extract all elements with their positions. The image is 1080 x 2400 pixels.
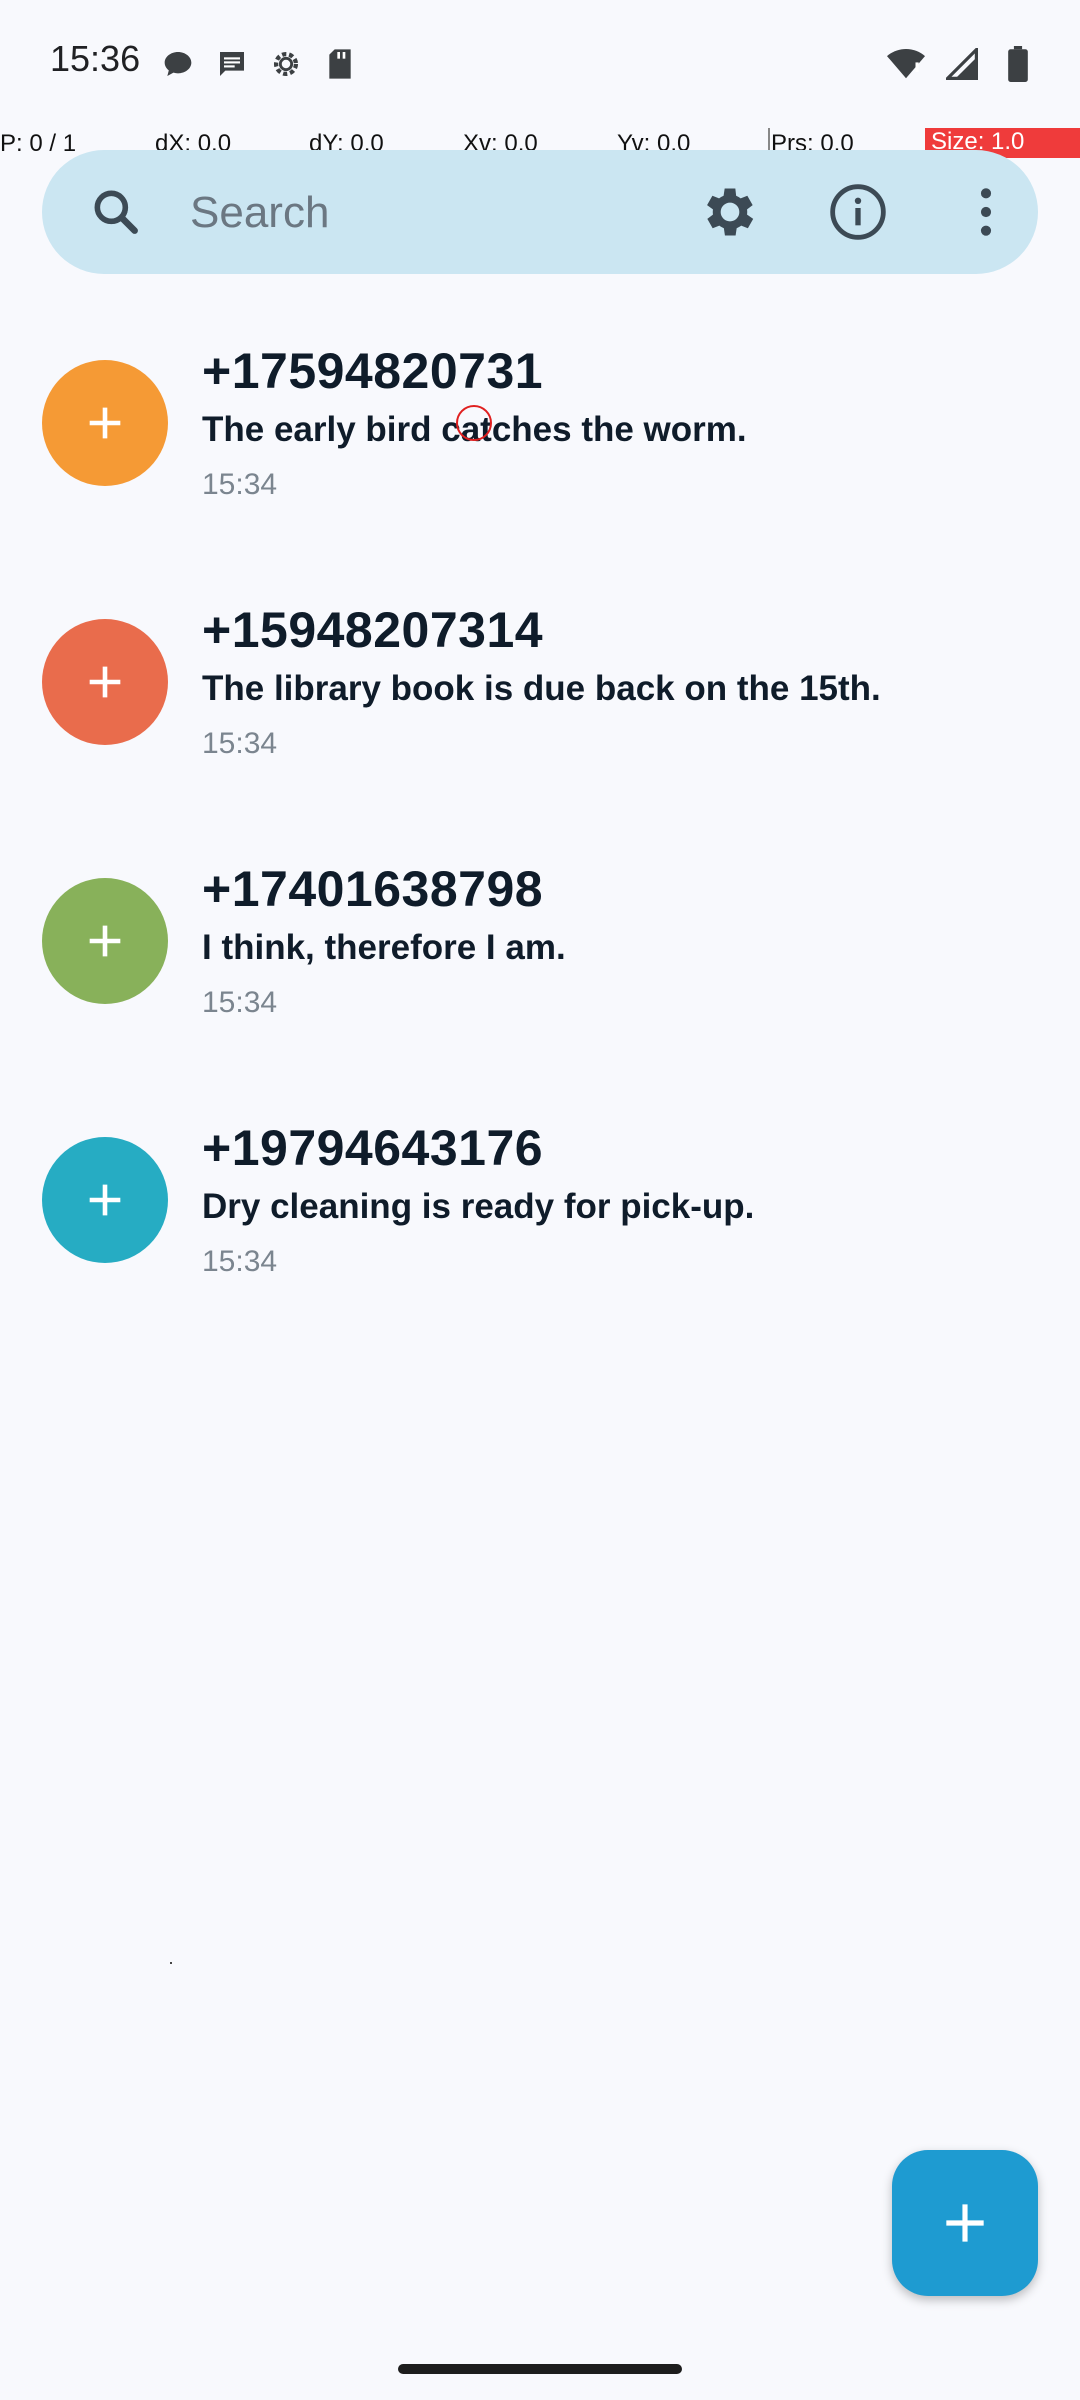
search-input[interactable]	[188, 180, 712, 246]
conversation-time: 15:34	[202, 986, 278, 1019]
conversation-title: +17594820731	[202, 343, 544, 399]
search-icon[interactable]	[88, 184, 144, 240]
conversation-list: +17594820731 The early bird catches the …	[0, 318, 1080, 1354]
conversation-time: 15:34	[202, 468, 278, 501]
status-time: 15:36	[50, 38, 141, 79]
search-bar	[42, 150, 1038, 274]
conversation-time: 15:34	[202, 1245, 278, 1278]
debug-pointer: P: 0 / 1	[0, 130, 77, 157]
settings-gear-icon	[266, 44, 306, 84]
new-conversation-button[interactable]	[892, 2150, 1038, 2296]
battery-icon	[998, 44, 1038, 84]
plus-icon	[89, 1184, 121, 1216]
info-icon[interactable]	[826, 180, 890, 244]
wifi-icon	[886, 44, 926, 84]
conversation-item[interactable]: +17594820731 The early bird catches the …	[0, 318, 1080, 577]
conversation-snippet: Dry cleaning is ready for pick-up.	[202, 1187, 755, 1226]
sd-card-icon	[320, 44, 360, 84]
conversation-time: 15:34	[202, 727, 278, 760]
gesture-nav-handle[interactable]	[398, 2364, 682, 2374]
conversation-snippet: I think, therefore I am.	[202, 928, 566, 967]
conversation-item[interactable]: +15948207314 The library book is due bac…	[0, 577, 1080, 836]
status-bar: 15:36	[0, 0, 1080, 130]
settings-icon[interactable]	[698, 180, 762, 244]
contact-avatar	[42, 360, 168, 486]
conversation-snippet: The library book is due back on the 15th…	[202, 669, 881, 708]
more-options-icon[interactable]	[954, 180, 1018, 244]
conversation-title: +15948207314	[202, 602, 544, 658]
touch-indicator	[456, 405, 492, 441]
plus-icon	[89, 925, 121, 957]
contact-avatar	[42, 619, 168, 745]
conversation-title: +17401638798	[202, 861, 544, 917]
contact-avatar	[42, 1137, 168, 1263]
signal-icon	[942, 44, 982, 84]
conversation-item[interactable]: +19794643176 Dry cleaning is ready for p…	[0, 1095, 1080, 1354]
sms-icon	[212, 44, 252, 84]
plus-icon	[89, 407, 121, 439]
plus-icon	[89, 666, 121, 698]
contact-avatar	[42, 878, 168, 1004]
plus-icon	[946, 2204, 984, 2242]
chat-bubble-icon	[158, 44, 198, 84]
pointer-trace-dot	[170, 1962, 172, 1964]
conversation-title: +19794643176	[202, 1120, 544, 1176]
conversation-item[interactable]: +17401638798 I think, therefore I am. 15…	[0, 836, 1080, 1095]
